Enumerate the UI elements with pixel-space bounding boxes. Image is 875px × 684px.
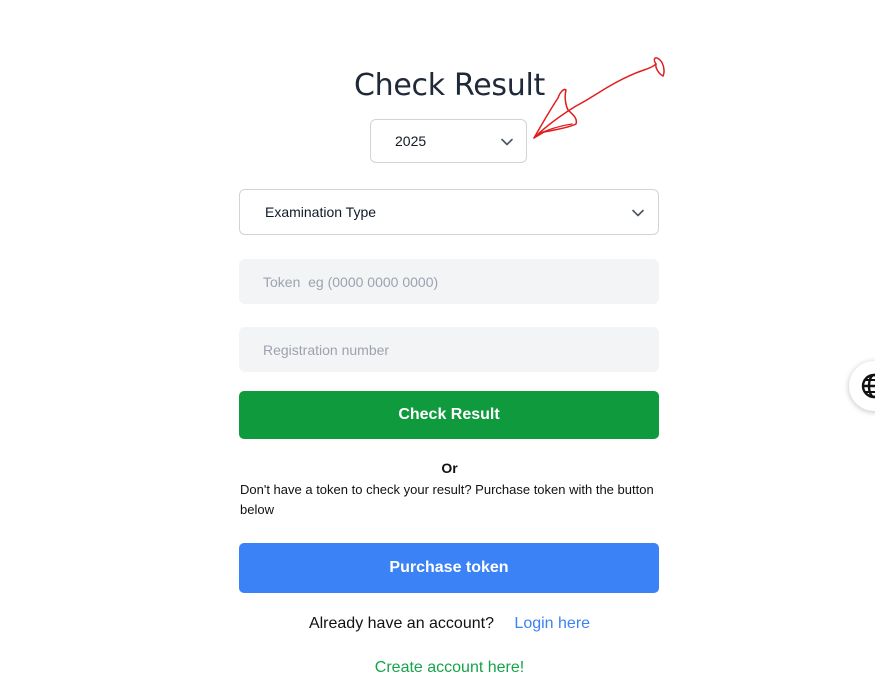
or-divider-label: Or [441, 460, 458, 476]
check-result-button[interactable]: Check Result [239, 391, 659, 439]
token-input[interactable] [239, 259, 659, 304]
account-prompt: Already have an account? [308, 615, 494, 632]
year-select[interactable]: 2025 [370, 119, 527, 163]
examination-type-value: Examination Type [265, 204, 377, 220]
globe-icon [861, 373, 875, 399]
floating-widget-button[interactable] [849, 361, 875, 411]
chevron-down-icon [632, 209, 644, 217]
purchase-hint-text: Don't have a token to check your result?… [240, 482, 654, 517]
purchase-token-button[interactable]: Purchase token [239, 543, 659, 593]
year-select-value: 2025 [395, 133, 427, 149]
chevron-down-icon [501, 138, 513, 146]
registration-number-input[interactable] [239, 327, 659, 372]
examination-type-select[interactable]: Examination Type [239, 189, 659, 235]
create-account-link[interactable]: Create account here! [0, 659, 875, 677]
check-result-page: Check Result 2025 Examination Type Check… [0, 0, 875, 684]
page-title: Check Result [354, 68, 545, 103]
login-link[interactable]: Login here [514, 615, 590, 632]
account-row: Already have an account? Login here [0, 615, 875, 633]
